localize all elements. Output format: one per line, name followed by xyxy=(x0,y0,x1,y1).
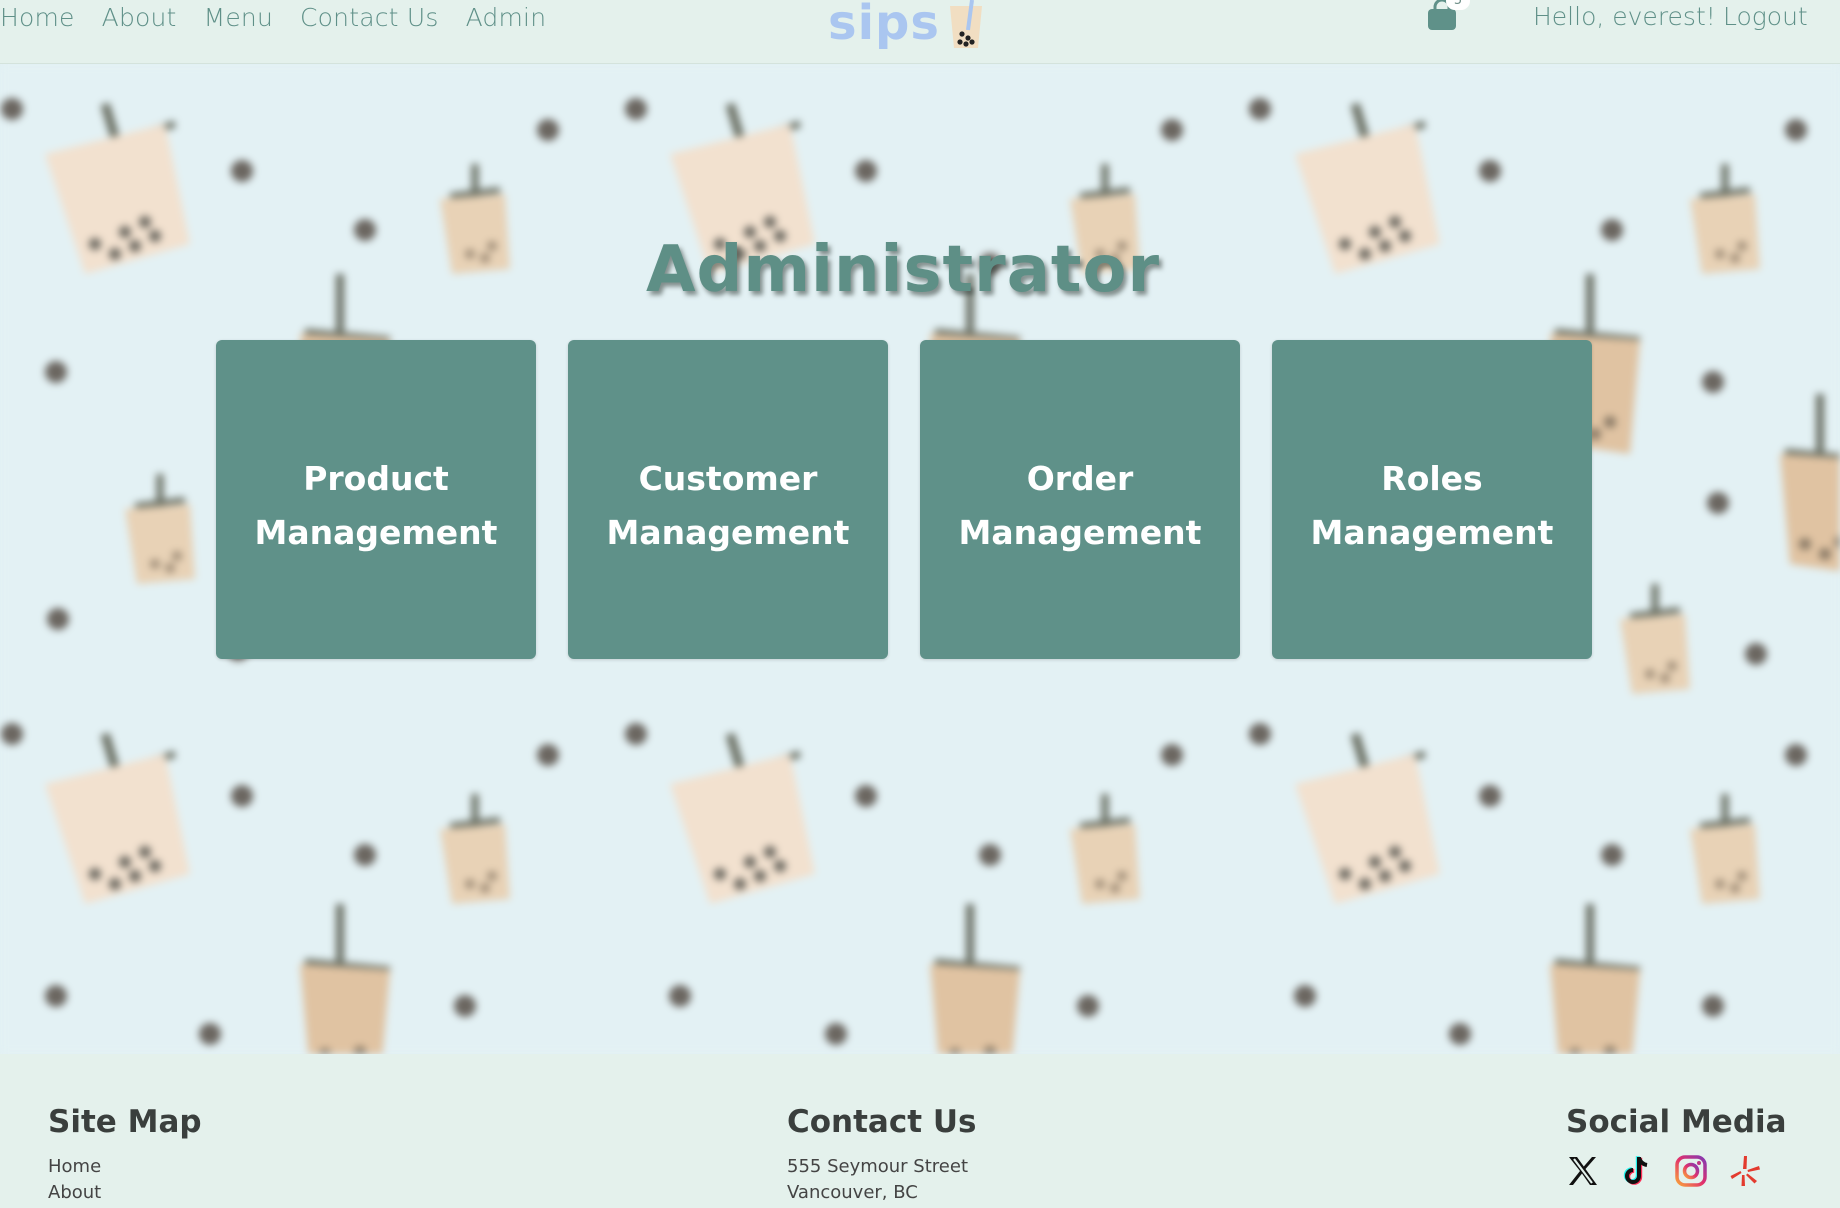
logout-link[interactable]: Logout xyxy=(1723,0,1808,34)
instagram-icon[interactable] xyxy=(1674,1154,1708,1188)
social-icons xyxy=(1566,1154,1787,1188)
contact-heading: Contact Us xyxy=(787,1104,977,1140)
sitemap-heading: Site Map xyxy=(48,1104,202,1140)
boba-cup-icon xyxy=(949,0,982,48)
nav-home-link[interactable]: Home xyxy=(0,3,75,32)
cart-count-badge: 5 xyxy=(1446,0,1470,10)
user-greeting: Hello, everest! xyxy=(1533,2,1716,31)
page-title: Administrator xyxy=(645,232,1161,307)
card-label-line1: Roles xyxy=(1381,459,1483,498)
card-label-line1: Order xyxy=(1026,459,1134,498)
nav-about-link[interactable]: About xyxy=(102,3,177,32)
main-nav: Home About Menu Contact Us Admin xyxy=(0,0,573,34)
top-navigation: Home About Menu Contact Us Admin sips 5 … xyxy=(0,0,1840,64)
card-label-line2: Management xyxy=(606,513,850,552)
admin-dashboard: Administrator Product Management Custome… xyxy=(0,64,1840,1054)
order-management-card[interactable]: Order Management xyxy=(920,340,1240,659)
footer-sitemap: Site Map Home About xyxy=(48,1102,202,1206)
address-street: 555 Seymour Street xyxy=(787,1156,969,1177)
sips-logo[interactable]: sips xyxy=(828,0,986,56)
card-label-line2: Management xyxy=(254,513,498,552)
footer-social: Social Media xyxy=(1566,1102,1787,1188)
address-city: Vancouver, BC xyxy=(787,1182,918,1203)
nav-admin-link[interactable]: Admin xyxy=(466,3,547,32)
logo-text: sips xyxy=(828,0,940,51)
card-label-line2: Management xyxy=(1310,513,1554,552)
site-footer: Site Map Home About Contact Us 555 Seymo… xyxy=(0,1054,1840,1208)
footer-about-link[interactable]: About xyxy=(48,1180,202,1206)
nav-contact-link[interactable]: Contact Us xyxy=(300,3,439,32)
yelp-icon[interactable] xyxy=(1728,1154,1762,1188)
footer-home-link[interactable]: Home xyxy=(48,1154,202,1180)
card-label-line1: Customer xyxy=(638,459,818,498)
shopping-bag-button[interactable]: 5 xyxy=(1426,0,1470,32)
product-management-card[interactable]: Product Management xyxy=(216,340,536,659)
nav-menu-link[interactable]: Menu xyxy=(204,3,273,32)
roles-management-card[interactable]: Roles Management xyxy=(1272,340,1592,659)
tiktok-icon[interactable] xyxy=(1620,1154,1654,1188)
card-label-line2: Management xyxy=(958,513,1202,552)
x-icon[interactable] xyxy=(1566,1154,1600,1188)
card-label-line1: Product xyxy=(303,459,449,498)
customer-management-card[interactable]: Customer Management xyxy=(568,340,888,659)
social-heading: Social Media xyxy=(1566,1104,1787,1140)
footer-contact: Contact Us 555 Seymour Street Vancouver,… xyxy=(787,1102,976,1206)
